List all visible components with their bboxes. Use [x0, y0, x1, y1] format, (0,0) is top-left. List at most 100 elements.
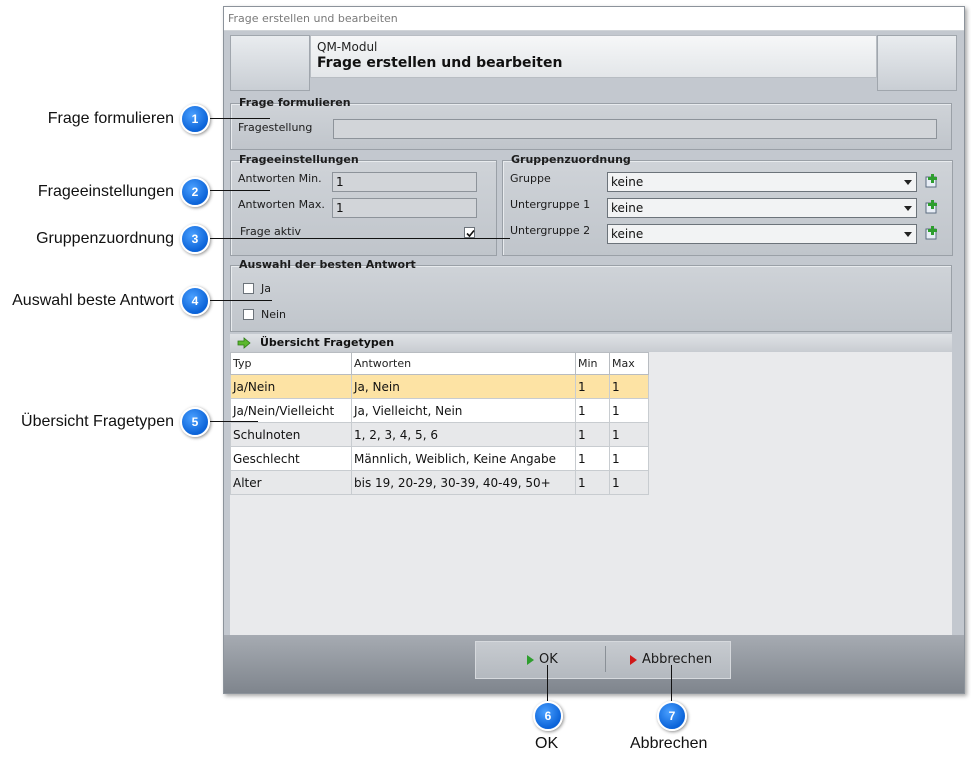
- gruppe-select-value: keine: [611, 175, 644, 189]
- callout-label-3: Gruppenzuordnung: [36, 230, 174, 247]
- callout-badge-3: 3: [180, 224, 210, 254]
- callout-badge-6: 6: [533, 701, 563, 731]
- button-bar: OK Abbrechen: [224, 635, 964, 693]
- cell-min: 1: [575, 398, 610, 423]
- cell-max: 1: [609, 398, 649, 423]
- header-title: Frage erstellen und bearbeiten: [317, 55, 563, 71]
- fragestellung-input[interactable]: [333, 119, 937, 139]
- column-header[interactable]: Typ: [230, 352, 352, 375]
- add-subgroup1-icon[interactable]: [925, 200, 939, 214]
- group-frage-formulieren: Frage formulieren Fragestellung: [230, 96, 952, 150]
- cell-min: 1: [575, 374, 610, 399]
- cell-typ: Alter: [230, 470, 352, 495]
- cell-max: 1: [609, 470, 649, 495]
- table-row[interactable]: Alter bis 19, 20-29, 30-39, 40-49, 50+ 1…: [230, 470, 649, 495]
- callout-line-5: [210, 421, 258, 422]
- frage-aktiv-checkbox[interactable]: [464, 227, 475, 238]
- untergruppe1-select[interactable]: keine: [607, 198, 917, 218]
- cell-typ: Schulnoten: [230, 422, 352, 447]
- option-ja-checkbox[interactable]: [243, 283, 254, 294]
- header-right-tile: [877, 35, 957, 91]
- ok-button-label: OK: [539, 652, 558, 667]
- antworten-max-label: Antworten Max.: [238, 198, 325, 211]
- cancel-button-label: Abbrechen: [642, 652, 713, 667]
- callout-label-1: Frage formulieren: [47, 110, 174, 127]
- callout-badge-7: 7: [657, 701, 687, 731]
- play-icon: [527, 655, 534, 665]
- cell-min: 1: [575, 470, 610, 495]
- cell-typ: Ja/Nein: [230, 374, 352, 399]
- cell-max: 1: [609, 374, 649, 399]
- column-header[interactable]: Max: [609, 352, 649, 375]
- gruppe-select[interactable]: keine: [607, 172, 917, 192]
- chevron-down-icon: [904, 232, 912, 237]
- untergruppe1-label: Untergruppe 1: [510, 198, 591, 211]
- cell-antworten: bis 19, 20-29, 30-39, 40-49, 50+: [351, 470, 576, 495]
- cell-min: 1: [575, 446, 610, 471]
- antworten-max-input[interactable]: 1: [332, 198, 477, 218]
- table-row[interactable]: Schulnoten 1, 2, 3, 4, 5, 6 1 1: [230, 422, 649, 447]
- cell-max: 1: [609, 422, 649, 447]
- untergruppe1-select-value: keine: [611, 201, 644, 215]
- fragetypen-table: Typ Antworten Min Max Ja/Nein Ja, Nein 1…: [230, 352, 649, 495]
- cell-antworten: Männlich, Weiblich, Keine Angabe: [351, 446, 576, 471]
- column-header[interactable]: Antworten: [351, 352, 576, 375]
- header-left-tile: [230, 35, 310, 91]
- button-frame: OK Abbrechen: [475, 641, 731, 679]
- column-header[interactable]: Min: [575, 352, 610, 375]
- table-row[interactable]: Ja/Nein/Vielleicht Ja, Vielleicht, Nein …: [230, 398, 649, 423]
- frage-aktiv-label: Frage aktiv: [240, 225, 302, 238]
- callout-line-6: [547, 665, 548, 701]
- callout-line-4: [210, 300, 272, 301]
- untergruppe2-label: Untergruppe 2: [510, 224, 591, 237]
- option-ja-label: Ja: [261, 282, 271, 295]
- add-subgroup2-icon[interactable]: [925, 226, 939, 240]
- chevron-down-icon: [904, 206, 912, 211]
- untergruppe2-select-value: keine: [611, 227, 644, 241]
- table-row[interactable]: Geschlecht Männlich, Weiblich, Keine Ang…: [230, 446, 649, 471]
- group-frageeinstellungen: Frageeinstellungen Antworten Min. 1 Antw…: [230, 153, 497, 256]
- gruppe-label: Gruppe: [510, 172, 551, 185]
- table-row[interactable]: Ja/Nein Ja, Nein 1 1: [230, 374, 649, 399]
- group-title-auswahl: Auswahl der besten Antwort: [239, 258, 416, 271]
- cell-antworten: 1, 2, 3, 4, 5, 6: [351, 422, 576, 447]
- callout-label-5: Übersicht Fragetypen: [21, 413, 174, 430]
- title-bar[interactable]: Frage erstellen und bearbeiten: [224, 7, 964, 31]
- cell-typ: Geschlecht: [230, 446, 352, 471]
- dialog-window: Frage erstellen und bearbeiten QM-Modul …: [223, 6, 965, 694]
- cell-antworten: Ja, Vielleicht, Nein: [351, 398, 576, 423]
- callout-line-3: [210, 238, 510, 239]
- cancel-button[interactable]: Abbrechen: [606, 642, 730, 678]
- overview-title: Übersicht Fragetypen: [260, 336, 395, 349]
- chevron-down-icon: [904, 180, 912, 185]
- callout-badge-1: 1: [180, 104, 210, 134]
- antworten-min-input[interactable]: 1: [332, 172, 477, 192]
- table-header-row: Typ Antworten Min Max: [230, 352, 649, 375]
- cell-antworten: Ja, Nein: [351, 374, 576, 399]
- arrow-right-icon: [237, 337, 251, 349]
- callout-badge-5: 5: [180, 407, 210, 437]
- play-icon: [630, 655, 637, 665]
- antworten-min-label: Antworten Min.: [238, 172, 322, 185]
- overview-table-area: Typ Antworten Min Max Ja/Nein Ja, Nein 1…: [230, 352, 952, 635]
- callout-label-6: OK: [535, 735, 559, 752]
- header-banner: QM-Modul Frage erstellen und bearbeiten: [310, 35, 877, 78]
- cell-max: 1: [609, 446, 649, 471]
- callout-badge-4: 4: [180, 286, 210, 316]
- cell-min: 1: [575, 422, 610, 447]
- callout-line-1: [210, 118, 270, 119]
- option-nein-checkbox[interactable]: [243, 309, 254, 320]
- callout-label-2: Frageeinstellungen: [37, 183, 174, 200]
- add-group-icon[interactable]: [925, 174, 939, 188]
- overview-header[interactable]: Übersicht Fragetypen: [230, 334, 952, 352]
- group-auswahl: Auswahl der besten Antwort Ja Nein: [230, 258, 952, 332]
- untergruppe2-select[interactable]: keine: [607, 224, 917, 244]
- group-title-frageeinstellungen: Frageeinstellungen: [239, 153, 359, 166]
- header-subtitle: QM-Modul: [317, 40, 378, 54]
- option-nein-label: Nein: [261, 308, 287, 321]
- callout-line-2: [210, 190, 270, 191]
- ok-button[interactable]: OK: [476, 642, 605, 678]
- callout-label-4: Auswahl beste Antwort: [12, 292, 174, 309]
- cell-typ: Ja/Nein/Vielleicht: [230, 398, 352, 423]
- callout-line-7: [671, 665, 672, 701]
